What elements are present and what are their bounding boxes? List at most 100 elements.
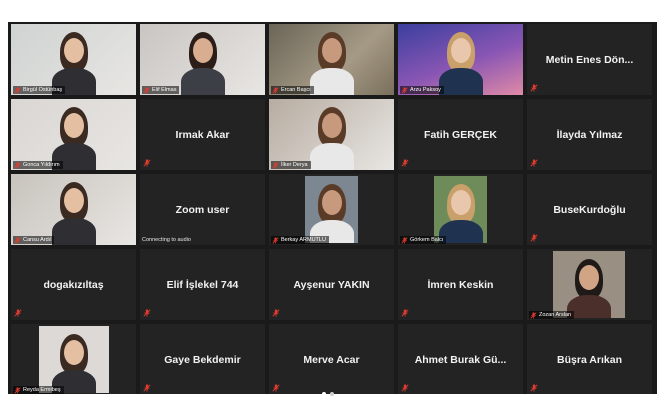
participant-tile[interactable]: Metin Enes Dön...: [527, 24, 652, 95]
participant-name: Cansu Ardıl: [23, 237, 52, 243]
participant-tile[interactable]: İmren Keskin: [398, 249, 523, 320]
participant-name: İlker Derya: [281, 162, 308, 168]
muted-mic-icon: [401, 159, 409, 167]
participant-video: [39, 326, 109, 393]
person-face: [450, 38, 471, 63]
person-face: [321, 38, 342, 63]
muted-mic-icon: [143, 384, 151, 392]
participant-name: Ercan Başcı: [281, 87, 311, 93]
participant-grid: Birgül Ostünbaş Elif Elmas Ercan Başcı Arzu…: [11, 24, 652, 394]
person-face: [192, 38, 213, 63]
person-body: [309, 68, 354, 95]
participant-tile[interactable]: Elif Elmas: [140, 24, 265, 95]
participant-name-caption: Gonca Yıldırım: [13, 161, 63, 169]
participant-tile[interactable]: Elif İşlekel 744: [140, 249, 265, 320]
participant-video: [553, 251, 625, 318]
muted-mic-icon: [401, 309, 409, 317]
participant-tile[interactable]: dogakızıltaş: [11, 249, 136, 320]
participant-tile[interactable]: Birgül Ostünbaş: [11, 24, 136, 95]
participant-name: İmren Keskin: [427, 278, 494, 291]
muted-mic-icon: [530, 234, 538, 242]
participant-tile[interactable]: Ahmet Burak Gü...: [398, 324, 523, 394]
muted-mic-icon: [530, 84, 538, 92]
muted-mic-icon: [14, 87, 21, 94]
participant-tile[interactable]: Görkem Balcı: [398, 174, 523, 245]
participant-tile[interactable]: Berkay ARMUTLU: [269, 174, 394, 245]
participant-video: [269, 24, 394, 95]
participant-name: Elif İşlekel 744: [166, 278, 239, 291]
participant-tile[interactable]: Fatih GERÇEK: [398, 99, 523, 170]
muted-mic-icon: [143, 87, 150, 94]
participant-tile[interactable]: Irmak Akar: [140, 99, 265, 170]
muted-mic-icon: [14, 237, 21, 244]
person-face: [63, 188, 84, 213]
participant-tile[interactable]: Zoom user Connecting to audio: [140, 174, 265, 245]
participant-tile[interactable]: BuseKurdoğlu: [527, 174, 652, 245]
muted-mic-icon: [272, 162, 279, 169]
muted-mic-icon: [14, 387, 21, 394]
muted-mic-icon: [530, 159, 538, 167]
participant-video: [11, 174, 136, 245]
participant-tile[interactable]: Cansu Ardıl: [11, 174, 136, 245]
muted-mic-icon: [272, 309, 280, 317]
participant-name: Gaye Bekdemir: [164, 353, 241, 366]
muted-mic-icon: [143, 159, 151, 167]
participant-tile[interactable]: Ercan Başcı: [269, 24, 394, 95]
page-dot[interactable]: [330, 392, 334, 396]
participant-tile[interactable]: Zozan Arslan: [527, 249, 652, 320]
muted-mic-icon: [530, 312, 537, 319]
muted-mic-icon: [401, 237, 408, 244]
participant-video: [11, 24, 136, 95]
page-dot[interactable]: [322, 392, 326, 396]
person-face: [321, 113, 342, 138]
participant-name: İlayda Yılmaz: [556, 128, 623, 141]
participant-name-caption: Berkay ARMUTLU: [271, 236, 329, 244]
muted-mic-icon: [272, 237, 279, 244]
participant-tile[interactable]: Arzu Paksoy: [398, 24, 523, 95]
participant-tile[interactable]: Büşra Arıkan: [527, 324, 652, 394]
person-body: [51, 218, 96, 245]
gallery-page-indicator[interactable]: [322, 392, 334, 396]
muted-mic-icon: [14, 162, 21, 169]
participant-name: Büşra Arıkan: [557, 353, 622, 366]
participant-name-caption: Ercan Başcı: [271, 86, 314, 94]
participant-name-caption: Birgül Ostünbaş: [13, 86, 66, 94]
person-face: [579, 265, 599, 290]
zoom-gallery-view: Birgül Ostünbaş Elif Elmas Ercan Başcı Arzu…: [8, 22, 657, 394]
participant-video: [305, 176, 358, 243]
participant-name-caption: Reyda Ermibeş: [13, 386, 64, 394]
participant-name: Zozan Arslan: [539, 312, 572, 318]
participant-name-caption: Elif Elmas: [142, 86, 180, 94]
participant-tile[interactable]: Reyda Ermibeş: [11, 324, 136, 394]
participant-name: Berkay ARMUTLU: [281, 237, 326, 243]
participant-name: BuseKurdoğlu: [553, 203, 626, 216]
participant-tile[interactable]: İlker Derya: [269, 99, 394, 170]
participant-name: Zoom user: [175, 203, 230, 216]
participant-name: Ahmet Burak Gü...: [414, 353, 507, 366]
participant-name-caption: İlker Derya: [271, 161, 311, 169]
audio-status-text: Connecting to audio: [142, 237, 191, 243]
participant-name-caption: Zozan Arslan: [529, 311, 575, 319]
muted-mic-icon: [401, 384, 409, 392]
participant-tile[interactable]: Gaye Bekdemir: [140, 324, 265, 394]
muted-mic-icon: [272, 87, 279, 94]
muted-mic-icon: [14, 309, 22, 317]
participant-name-caption: Görkem Balcı: [400, 236, 447, 244]
person-face: [63, 38, 84, 63]
person-face: [63, 113, 84, 138]
participant-name: Arzu Paksoy: [410, 87, 441, 93]
participant-name: Birgül Ostünbaş: [23, 87, 63, 93]
participant-tile[interactable]: Gonca Yıldırım: [11, 99, 136, 170]
participant-name: Reyda Ermibeş: [23, 387, 61, 393]
participant-name-caption: Cansu Ardıl: [13, 236, 55, 244]
participant-video: [434, 176, 487, 243]
participant-name: Fatih GERÇEK: [424, 128, 497, 141]
participant-tile[interactable]: İlayda Yılmaz: [527, 99, 652, 170]
person-face: [321, 190, 342, 215]
person-face: [450, 190, 471, 215]
participant-video: [269, 99, 394, 170]
participant-tile[interactable]: Merve Acar: [269, 324, 394, 394]
participant-tile[interactable]: Ayşenur YAKIN: [269, 249, 394, 320]
person-face: [64, 340, 84, 365]
participant-name: Görkem Balcı: [410, 237, 444, 243]
